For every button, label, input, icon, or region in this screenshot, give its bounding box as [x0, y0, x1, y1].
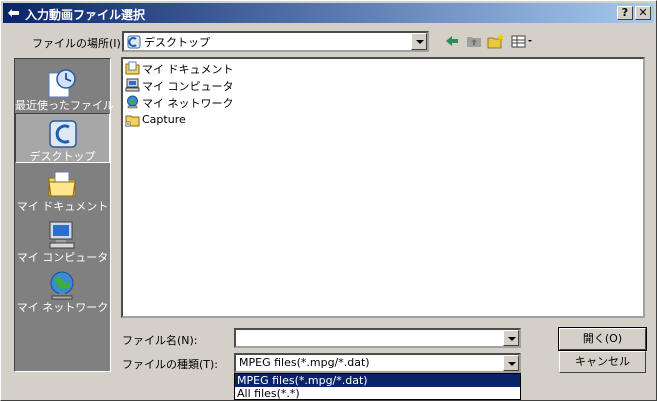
filetype-dropdown-list: MPEG files(*.mpg/*.dat) All files(*.*): [234, 373, 521, 400]
place-mycomputer-label: マイ コンピュータ: [16, 251, 109, 264]
filename-dropdown-arrow[interactable]: [503, 330, 519, 346]
place-network-label: マイ ネットワーク: [16, 301, 109, 314]
open-button[interactable]: 開く(O): [558, 327, 647, 351]
place-mydocs-label: マイ ドキュメント: [16, 200, 109, 213]
place-mycomputer[interactable]: マイ コンピュータ: [15, 215, 110, 265]
new-folder-icon[interactable]: [487, 32, 505, 50]
filetype-dropdown-arrow[interactable]: [503, 355, 519, 371]
place-recent[interactable]: 最近使ったファイル: [15, 63, 114, 113]
desktop-icon: [49, 120, 77, 148]
computer-icon: [125, 78, 140, 92]
back-arrow-icon[interactable]: [443, 32, 461, 50]
look-in-combo[interactable]: デスクトップ: [122, 31, 429, 52]
my-computer-icon: [49, 221, 75, 249]
cancel-button[interactable]: キャンセル: [559, 351, 646, 373]
list-item-label: マイ コンピュータ: [142, 80, 234, 93]
filetype-value: MPEG files(*.mpg/*.dat): [239, 356, 370, 369]
app-icon: [8, 9, 19, 17]
filetype-combo[interactable]: MPEG files(*.mpg/*.dat): [234, 353, 521, 373]
place-mydocs[interactable]: マイ ドキュメント: [15, 164, 110, 214]
file-open-dialog: 入力動画ファイル選択 ? ✕ ファイルの場所(I): デスクトップ 最近使ったフ…: [0, 0, 657, 401]
filename-label: ファイル名(N):: [122, 334, 198, 347]
list-item-label: マイ ドキュメント: [142, 63, 234, 76]
look-in-dropdown-arrow[interactable]: [411, 33, 427, 50]
place-desktop-label: デスクトップ: [29, 150, 96, 163]
documents-icon: [125, 61, 140, 75]
filetype-option-mpeg[interactable]: MPEG files(*.mpg/*.dat): [235, 374, 520, 387]
my-documents-icon: [48, 171, 76, 197]
filetype-label: ファイルの種類(T):: [122, 358, 219, 371]
desktop-small-icon: [127, 35, 141, 49]
filename-input[interactable]: [234, 328, 521, 348]
folder-icon: [125, 115, 140, 127]
up-folder-icon[interactable]: [465, 32, 483, 50]
title-bar[interactable]: 入力動画ファイル選択 ? ✕: [3, 3, 654, 23]
place-recent-label: 最近使ったファイル: [15, 99, 114, 112]
list-item-label: マイ ネットワーク: [142, 97, 234, 110]
places-bar: 最近使ったファイル デスクトップ マイ ドキュメント マイ コンピュータ マイ …: [14, 58, 114, 372]
list-item-label: Capture: [142, 113, 186, 126]
filetype-option-all[interactable]: All files(*.*): [235, 387, 520, 400]
network-icon: [127, 95, 138, 109]
help-button[interactable]: ?: [617, 6, 633, 20]
close-button[interactable]: ✕: [635, 6, 651, 20]
window-title: 入力動画ファイル選択: [25, 8, 146, 22]
recent-files-icon: [48, 69, 76, 98]
view-menu-icon[interactable]: [510, 32, 534, 50]
my-network-icon: [50, 271, 74, 300]
file-list[interactable]: マイ ドキュメント マイ コンピュータ マイ ネットワーク Capture: [121, 57, 645, 318]
look-in-label: ファイルの場所(I):: [32, 37, 125, 50]
place-network[interactable]: マイ ネットワーク: [15, 265, 110, 315]
place-desktop[interactable]: デスクトップ: [15, 113, 110, 163]
look-in-value: デスクトップ: [144, 36, 210, 49]
